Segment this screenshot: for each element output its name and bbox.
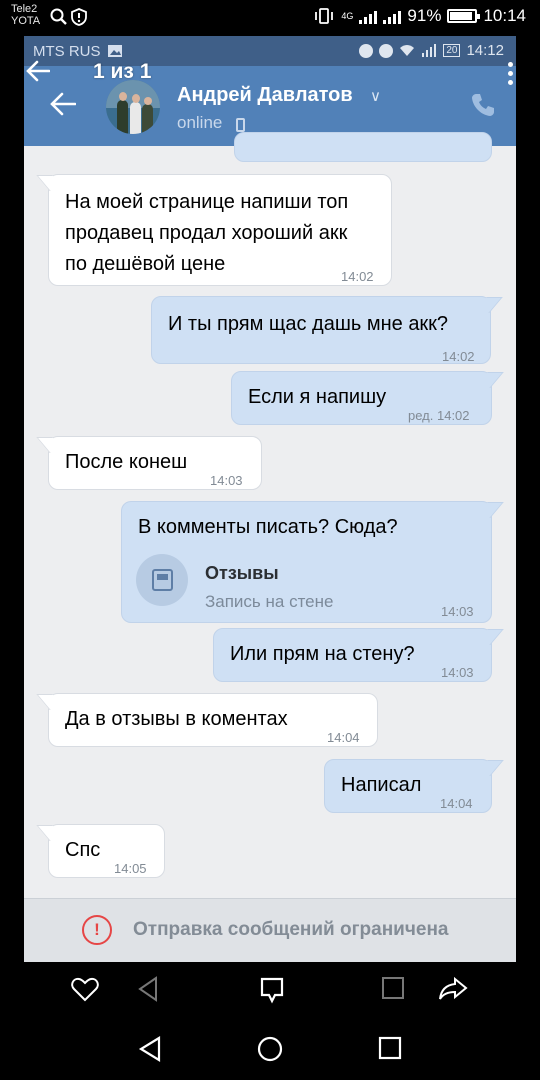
carrier-secondary: YOTA: [11, 15, 41, 27]
dnd-icon: [359, 43, 374, 58]
viewer-back-arrow-icon[interactable]: [26, 60, 50, 82]
chevron-down-icon[interactable]: ∨: [370, 87, 381, 105]
message-time: 14:03: [441, 665, 474, 680]
message-time: ред. 14:02: [408, 408, 470, 423]
inner-operator: MTS RUS: [33, 43, 101, 60]
incoming-message[interactable]: На моей странице напиши топ продавец про…: [36, 174, 392, 286]
bubble-tail: [36, 825, 66, 841]
comment-icon[interactable]: [258, 976, 286, 1004]
phone-status-bar: Tele2 YOTA 4G 91% 10:14: [0, 0, 540, 36]
incoming-message[interactable]: После конеш 14:03: [36, 436, 262, 490]
search-icon: [50, 8, 67, 25]
incoming-message[interactable]: Да в отзывы в коментах 14:04: [36, 693, 378, 747]
bubble-tail: [474, 629, 504, 645]
message-text: В комменты писать? Сюда?: [138, 516, 398, 538]
message-time: 14:03: [210, 473, 243, 488]
bubble-tail: [474, 502, 504, 518]
message-time: 14:04: [440, 796, 473, 811]
message-time: 14:02: [341, 269, 374, 284]
message-text: Спс: [65, 839, 101, 861]
wifi-icon: [400, 45, 415, 56]
gallery-action-bar: [0, 962, 540, 1018]
inner-battery-icon: 20: [443, 44, 461, 57]
share-icon[interactable]: [438, 976, 468, 1002]
nav-home-icon[interactable]: [257, 1036, 283, 1062]
bubble-tail: [36, 175, 66, 191]
prev-triangle-icon[interactable]: [137, 976, 159, 1002]
image-counter: 1 из 1: [93, 60, 152, 83]
inner-status-right: 20 14:12: [359, 42, 504, 59]
bubble-tail: [36, 694, 66, 710]
message-text: На моей странице напиши топ продавец про…: [65, 191, 349, 275]
message-text: Написал: [341, 774, 422, 796]
back-arrow-icon[interactable]: [50, 92, 76, 116]
warning-icon: !: [82, 915, 112, 945]
bubble-tail: [474, 760, 504, 776]
outgoing-message[interactable]: И ты прям щас дашь мне акк? 14:02: [151, 296, 503, 364]
vibrate-icon: [315, 8, 334, 24]
message-time: 14:02: [442, 349, 475, 364]
message-text: И ты прям щас дашь мне акк?: [168, 313, 449, 335]
phone-call-icon[interactable]: [470, 92, 496, 118]
bubble-tail: [473, 297, 503, 313]
mobile-device-icon: [236, 118, 245, 132]
partial-message-bubble: [234, 132, 492, 162]
avatar[interactable]: [106, 80, 160, 134]
shield-alert-icon: [71, 8, 87, 26]
nav-back-icon[interactable]: [138, 1036, 162, 1062]
square-icon[interactable]: [381, 976, 405, 1000]
signal-bars-icon: [359, 9, 378, 24]
inner-signal-icon: [422, 44, 437, 57]
message-text: После конеш: [65, 451, 188, 473]
system-nav-bar: [0, 1018, 540, 1080]
contact-name[interactable]: Андрей Давлатов: [177, 84, 353, 107]
screenshot-frame: MTS RUS 20 14:12 Андрей Давлатов ∨ onlin…: [24, 36, 516, 962]
phone-clock: 10:14: [483, 6, 526, 25]
network-type-label: 4G: [341, 11, 354, 21]
nav-recents-icon[interactable]: [378, 1036, 402, 1060]
carrier-labels: Tele2 YOTA: [11, 3, 40, 27]
message-time: 14:04: [327, 730, 360, 745]
bubble-tail: [36, 437, 66, 453]
heart-icon[interactable]: [71, 976, 99, 1002]
incoming-message[interactable]: Спс 14:05: [36, 824, 165, 878]
message-text: Да в отзывы в коментах: [65, 708, 288, 730]
phone-status-right: 4G 91% 10:14: [313, 6, 526, 26]
inner-clock: 14:12: [466, 42, 504, 59]
outgoing-message[interactable]: Если я напишу ред. 14:02: [231, 371, 504, 425]
carrier-primary: Tele2: [11, 3, 38, 15]
message-time: 14:03: [441, 604, 474, 619]
message-text: Если я напишу: [248, 386, 387, 408]
image-notification-icon: [108, 45, 122, 57]
outgoing-message[interactable]: В комменты писать? Сюда? Отзывы Запись на …: [121, 501, 504, 623]
wall-post-icon[interactable]: [136, 554, 188, 606]
bubble-tail: [474, 372, 504, 388]
battery-icon: [447, 9, 481, 23]
outgoing-message[interactable]: Или прям на стену? 14:03: [213, 628, 504, 682]
signal-bars-2-icon: [383, 9, 402, 24]
message-text: Или прям на стену?: [230, 643, 415, 665]
restriction-text: Отправка сообщений ограничена: [133, 919, 449, 940]
message-time: 14:05: [114, 861, 147, 876]
restriction-bar: ! Отправка сообщений ограничена: [24, 898, 516, 962]
contact-status: online: [177, 113, 223, 132]
outgoing-message[interactable]: Написал 14:04: [324, 759, 504, 813]
attachment-title[interactable]: Отзывы: [205, 558, 279, 589]
eye-icon: [379, 43, 394, 58]
more-options-icon[interactable]: [508, 62, 513, 89]
battery-percent: 91%: [407, 6, 442, 25]
attachment-subtitle: Запись на стене: [205, 592, 334, 611]
